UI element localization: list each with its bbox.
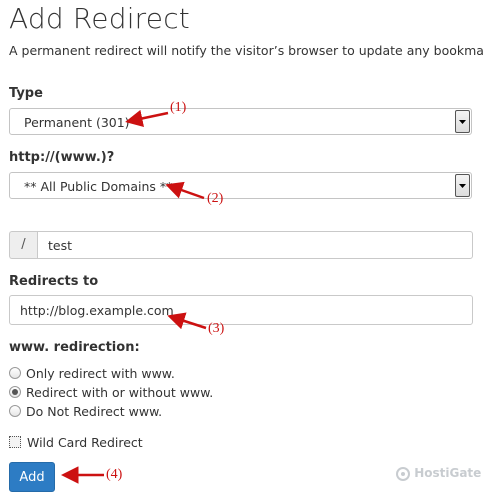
annotation-label-1: (1) xyxy=(170,100,187,115)
annotation-label-2: (2) xyxy=(207,191,224,206)
watermark: HostiGate xyxy=(396,466,481,481)
annotation-arrows xyxy=(61,109,207,484)
annotation-arrow-3 xyxy=(167,312,207,330)
watermark-text: HostiGate xyxy=(414,466,482,480)
annotation-label-3: (3) xyxy=(208,321,225,336)
annotation-label-4: (4) xyxy=(106,467,123,482)
hostigate-logo-icon xyxy=(396,466,410,481)
annotation-arrow-1 xyxy=(125,109,169,127)
annotation-arrow-2 xyxy=(165,181,205,200)
